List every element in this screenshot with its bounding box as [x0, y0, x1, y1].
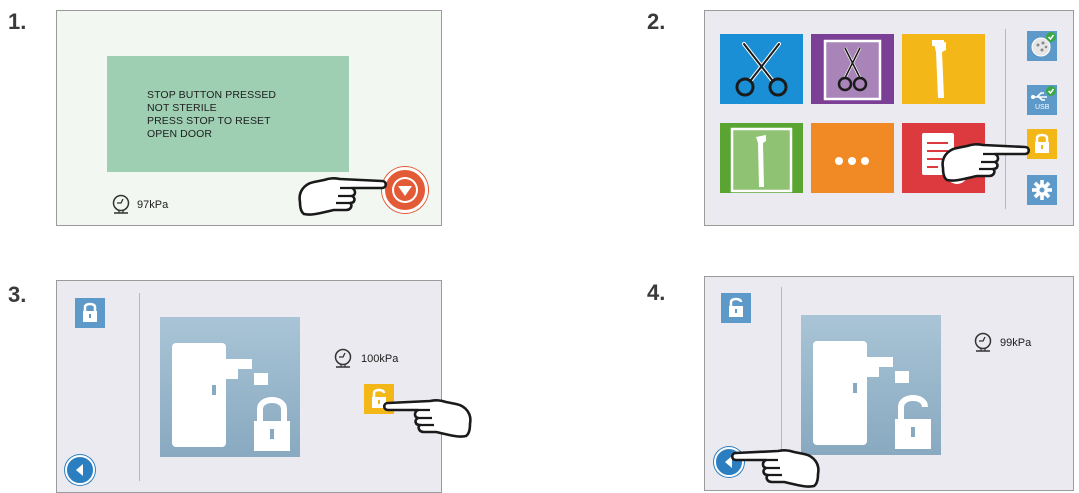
program-tile-scissors[interactable]: [720, 34, 803, 104]
usb-button[interactable]: USB: [1027, 85, 1057, 115]
pointing-hand-icon: [294, 162, 390, 220]
scissors-icon: [735, 42, 788, 97]
message-line: NOT STERILE: [147, 102, 217, 114]
gauge-icon: [973, 332, 993, 354]
gauge-icon: [333, 348, 353, 370]
pressure-readout: 99kPa: [1000, 337, 1032, 349]
program-tile-pouched-instruments[interactable]: [811, 34, 894, 104]
pointing-hand-icon: [937, 128, 1033, 186]
screen-main-menu: USB: [704, 10, 1074, 226]
pressure-readout: 97kPa: [137, 199, 169, 211]
gauge-icon: [111, 194, 131, 216]
usb-label: USB: [1035, 104, 1050, 111]
divider: [139, 293, 140, 481]
step-number: 2.: [647, 9, 666, 34]
program-tile-handpiece[interactable]: [902, 34, 985, 104]
program-tile-pouched-handpiece[interactable]: [720, 123, 803, 193]
pouched-handpiece-icon: [730, 127, 793, 193]
network-button[interactable]: [1027, 31, 1057, 61]
door-status-tile: [160, 317, 300, 457]
message-line: PRESS STOP TO RESET: [147, 115, 271, 127]
pointing-hand-icon: [380, 384, 476, 442]
alarm-message-box: STOP BUTTON PRESSED NOT STERILE PRESS ST…: [107, 56, 349, 172]
lock-icon: [83, 302, 97, 322]
door-locked-icon: [172, 343, 290, 451]
back-icon: [76, 464, 83, 476]
pouched-instrument-icon: [823, 39, 882, 101]
door-lock-button[interactable]: [721, 293, 751, 323]
globe-icon: [1031, 32, 1056, 57]
message-line: OPEN DOOR: [147, 128, 213, 140]
door-lock-button[interactable]: [75, 298, 105, 328]
back-button[interactable]: [65, 455, 95, 485]
stop-down-arrow-icon: [392, 177, 418, 203]
message-line: STOP BUTTON PRESSED: [147, 89, 277, 101]
more-icon: [835, 157, 869, 165]
pointing-hand-icon: [728, 434, 824, 492]
unlock-icon: [729, 297, 743, 317]
pressure-readout: 100kPa: [361, 353, 399, 365]
handpiece-icon: [932, 40, 946, 98]
step-number: 4.: [647, 280, 666, 305]
step-number: 1.: [8, 9, 27, 34]
program-tile-more[interactable]: [811, 123, 894, 193]
step-number: 3.: [8, 282, 27, 307]
